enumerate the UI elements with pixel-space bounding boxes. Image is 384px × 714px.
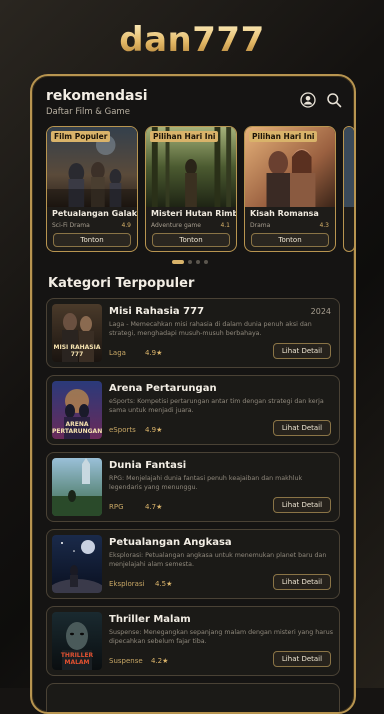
item-description: Laga - Memecahkan misi rahasia di dalam … [109, 321, 312, 337]
card-title: Petualangan Galaksi [52, 209, 138, 218]
item-thumbnail: THRILLER MALAM [52, 612, 102, 670]
list-item[interactable]: THRILLER MALAM Thriller Malam Suspense: … [46, 606, 340, 676]
item-rating: 4.2★ [151, 657, 169, 665]
item-year: 2024 [310, 307, 331, 316]
thumbnail-title: ARENA PERTARUNGAN [52, 421, 102, 435]
item-genre: Laga [109, 349, 126, 357]
card-tag: Pilihan Hari Ini [150, 131, 219, 142]
featured-card[interactable]: Film Populer Petualangan Galaksi Sci-Fi … [46, 126, 138, 252]
item-title: Petualangan Angkasa [109, 537, 232, 548]
view-detail-button[interactable]: Lihat Detail [273, 343, 331, 359]
card-tag: Pilihan Hari Ini [249, 131, 318, 142]
watch-button[interactable]: Tonton [53, 233, 131, 247]
item-thumbnail [52, 535, 102, 593]
item-genre: Suspense [109, 657, 143, 665]
page-dot[interactable] [204, 260, 208, 264]
thumbnail-title: MISI RAHASIA 777 [53, 344, 101, 358]
item-title: Arena Pertarungan [109, 383, 217, 394]
page-dot[interactable] [188, 260, 192, 264]
item-title: Dunia Fantasi [109, 460, 187, 471]
item-description: Eksplorasi: Petualangan angkasa untuk me… [109, 552, 327, 568]
card-genre: Drama [250, 222, 271, 229]
page-subtitle: Daftar Film & Game [46, 107, 130, 117]
page-title: rekomendasi [46, 88, 148, 104]
app-frame: rekomendasi Daftar Film & Game Film Popu… [30, 74, 356, 714]
item-thumbnail: ARENA PERTARUNGAN [52, 381, 102, 439]
card-genre: Sci-Fi Drama [52, 222, 90, 229]
item-title: Thriller Malam [109, 614, 191, 625]
watch-button[interactable]: Tonton [152, 233, 230, 247]
item-rating: 4.7★ [145, 503, 163, 511]
featured-card[interactable]: Pilihan Hari Ini Kisah Romansa Drama 4.3… [244, 126, 336, 252]
user-circle-icon[interactable] [300, 92, 316, 108]
card-title: Misteri Hutan Rimba [151, 209, 237, 218]
item-description: Suspense: Menegangkan sepanjang malam de… [109, 629, 333, 645]
card-genre: Adventure game [151, 222, 201, 229]
featured-card[interactable]: Pilihan Hari Ini Misteri Hutan Rimba Adv… [145, 126, 237, 252]
card-rating: 4.9 [121, 222, 131, 229]
view-detail-button[interactable]: Lihat Detail [273, 497, 331, 513]
search-icon[interactable] [326, 92, 342, 108]
header-icons [300, 92, 342, 108]
list-item[interactable]: ARENA PERTARUNGAN Arena Pertarungan eSpo… [46, 375, 340, 445]
brand-logo: dan777 [0, 20, 384, 60]
card-rating: 4.3 [319, 222, 329, 229]
list-item[interactable]: Dunia Fantasi RPG: Menjelajahi dunia fan… [46, 452, 340, 522]
list-item[interactable]: Petualangan Angkasa Eksplorasi: Petualan… [46, 529, 340, 599]
item-genre: RPG [109, 503, 124, 511]
featured-carousel[interactable]: Film Populer Petualangan Galaksi Sci-Fi … [46, 126, 354, 256]
carousel-pagination [172, 260, 208, 264]
page-dot[interactable] [196, 260, 200, 264]
item-genre: Eksplorasi [109, 580, 145, 588]
item-genre: eSports [109, 426, 136, 434]
view-detail-button[interactable]: Lihat Detail [273, 651, 331, 667]
item-description: eSports: Kompetisi pertarungan antar tim… [109, 398, 324, 414]
section-title: Kategori Terpopuler [48, 276, 195, 291]
page-dot-active[interactable] [172, 260, 184, 264]
item-thumbnail: MISI RAHASIA 777 [52, 304, 102, 362]
header: rekomendasi Daftar Film & Game [46, 88, 148, 117]
card-title: Kisah Romansa [250, 209, 319, 218]
item-title: Misi Rahasia 777 [109, 306, 205, 317]
thumbnail-title: THRILLER MALAM [60, 652, 94, 666]
item-rating: 4.9★ [145, 349, 163, 357]
item-rating: 4.9★ [145, 426, 163, 434]
view-detail-button[interactable]: Lihat Detail [273, 420, 331, 436]
view-detail-button[interactable]: Lihat Detail [273, 574, 331, 590]
featured-card-peek[interactable] [343, 126, 354, 252]
card-rating: 4.1 [220, 222, 230, 229]
item-thumbnail [52, 458, 102, 516]
card-tag: Film Populer [51, 131, 111, 142]
list-item[interactable]: MISI RAHASIA 777 Misi Rahasia 777 2024 L… [46, 298, 340, 368]
item-rating: 4.5★ [155, 580, 173, 588]
item-description: RPG: Menjelajahi dunia fantasi penuh kea… [109, 475, 303, 491]
watch-button[interactable]: Tonton [251, 233, 329, 247]
